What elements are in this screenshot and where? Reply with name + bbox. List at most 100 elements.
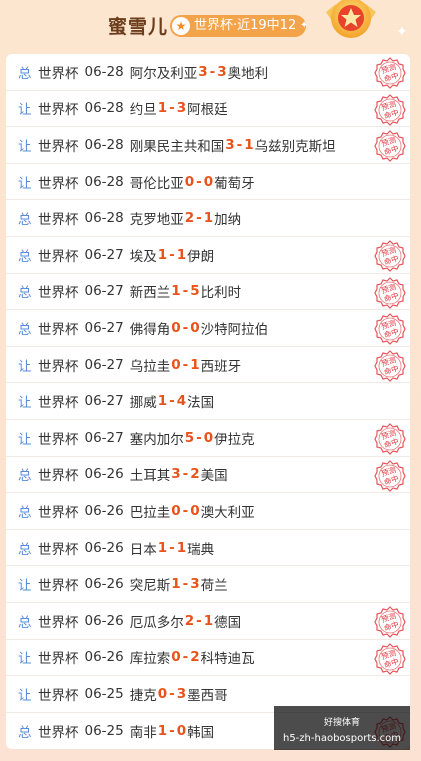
away-score: 4: [176, 393, 187, 410]
prediction-hit-stamp-icon: 预测命中: [374, 642, 406, 675]
league-name: 世界杯: [38, 102, 79, 119]
match-date: 06-26: [84, 612, 124, 629]
home-team: 阿尔及利亚: [129, 65, 198, 82]
score-separator: -: [182, 576, 189, 593]
home-team: 捷克: [129, 687, 157, 704]
match-row[interactable]: 总世界杯 06-27 新西兰 1 - 5 比利时 预测 命中: [6, 274, 410, 311]
bet-type-label: 总: [18, 321, 32, 338]
match-row[interactable]: 让世界杯 06-26 突尼斯 1 - 3 荷兰: [6, 566, 410, 603]
match-date: 06-26: [84, 466, 124, 483]
home-score: 1: [157, 393, 168, 410]
away-score: 0: [203, 429, 214, 446]
match-row[interactable]: 总世界杯 06-27 埃及 1 - 1 伊朗 预测 命中: [6, 237, 410, 274]
away-score: 3: [176, 100, 187, 117]
home-team: 埃及: [129, 248, 157, 265]
match-row[interactable]: 让世界杯 06-26 库拉索 0 - 2 科特迪瓦 预测 命中: [6, 640, 410, 677]
match-row[interactable]: 让世界杯 06-28 约旦 1 - 3 阿根廷 预测 命中: [6, 91, 410, 128]
away-score: 0: [190, 502, 200, 519]
prediction-hit-stamp-icon: 预测命中: [374, 93, 406, 126]
bet-type-label: 总: [18, 614, 32, 631]
home-score: 1: [171, 283, 181, 300]
match-row[interactable]: 让世界杯 06-27 塞内加尔 5 - 0 伊拉克 预测 命中: [6, 420, 410, 457]
score-separator: -: [169, 539, 175, 556]
away-team: 比利时: [200, 285, 242, 302]
bet-type-label: 总: [18, 541, 32, 558]
match-row[interactable]: 总世界杯 06-26 厄瓜多尔 2 - 1 德国 预测 命中: [6, 603, 410, 640]
home-score: 0: [171, 356, 181, 373]
prediction-hit-stamp-icon: 预测命中: [374, 313, 406, 346]
away-team: 葡萄牙: [214, 175, 255, 192]
match-row[interactable]: 让世界杯 06-27 挪威 1 - 4 法国: [6, 383, 410, 420]
prediction-hit-stamp-icon: 预测命中: [374, 423, 406, 455]
record-badge-text: 世界杯·近19中12: [194, 18, 297, 33]
home-score: 1: [157, 539, 168, 556]
score-separator: -: [182, 283, 189, 300]
match-row[interactable]: 总世界杯 06-28 阿尔及利亚 3 - 3 奥地利 预测 命中: [6, 54, 410, 91]
league-name: 世界杯: [38, 504, 79, 521]
match-row[interactable]: 让世界杯 06-28 刚果民主共和国 3 - 1 乌兹别克斯坦 预测 命中: [6, 127, 410, 164]
prediction-hit-stamp-icon: 预测命中: [374, 459, 406, 492]
watermark-title: 好搜体育: [323, 718, 360, 728]
away-team: 加纳: [214, 212, 242, 229]
medal-icon: [326, 0, 376, 38]
home-team: 克罗地亚: [129, 212, 184, 229]
bet-type-label: 让: [18, 138, 32, 155]
bet-type-label: 总: [18, 285, 32, 302]
away-score: 0: [176, 722, 187, 739]
away-score: 0: [190, 319, 200, 336]
away-team: 韩国: [187, 724, 215, 741]
match-row[interactable]: 总世界杯 06-27 佛得角 0 - 0 沙特阿拉伯 预测 命中: [6, 310, 410, 347]
home-team: 南非: [129, 724, 157, 741]
bet-type-label: 总: [18, 504, 32, 521]
match-date: 06-26: [84, 649, 124, 666]
match-date: 06-28: [84, 100, 124, 117]
score-separator: -: [196, 612, 202, 629]
match-date: 06-25: [84, 685, 124, 702]
score-separator: -: [196, 429, 202, 446]
home-score: 3: [171, 466, 181, 483]
watermark: 好搜体育 h5-zh-haobosports.com: [274, 706, 410, 750]
league-name: 世界杯: [38, 431, 79, 448]
score-separator: -: [169, 393, 175, 410]
league-name: 世界杯: [38, 468, 79, 485]
home-score: 5: [184, 429, 195, 446]
home-team: 佛得角: [129, 321, 171, 338]
away-team: 澳大利亚: [200, 504, 255, 521]
home-team: 乌拉圭: [129, 358, 171, 375]
match-date: 06-26: [84, 539, 124, 556]
match-row[interactable]: 总世界杯 06-26 日本 1 - 1 瑞典: [6, 530, 410, 567]
sparkle-icon: ✦: [300, 20, 309, 31]
league-name: 世界杯: [38, 687, 79, 704]
bet-type-label: 让: [18, 102, 32, 119]
expert-name: 蜜雪儿: [108, 16, 169, 38]
match-row[interactable]: 总世界杯 06-26 土耳其 3 - 2 美国 预测 命中: [6, 457, 410, 494]
league-name: 世界杯: [38, 578, 79, 595]
match-row[interactable]: 让世界杯 06-28 哥伦比亚 0 - 0 葡萄牙: [6, 164, 410, 201]
away-score: 5: [190, 283, 200, 300]
match-row[interactable]: 总世界杯 06-28 克罗地亚 2 - 1 加纳: [6, 200, 410, 237]
score-separator: -: [182, 466, 189, 483]
away-team: 西班牙: [200, 358, 242, 375]
away-score: 3: [176, 685, 187, 702]
away-team: 伊拉克: [214, 431, 255, 448]
score-separator: -: [196, 173, 202, 190]
match-date: 06-27: [84, 319, 124, 336]
score-separator: -: [169, 685, 175, 702]
prediction-hit-stamp-icon: 预测命中: [374, 606, 406, 638]
away-score: 1: [203, 612, 214, 629]
away-score: 3: [217, 63, 227, 80]
match-date: 06-28: [84, 210, 124, 227]
home-score: 1: [157, 246, 168, 263]
match-row[interactable]: 总世界杯 06-26 巴拉圭 0 - 0 澳大利亚: [6, 493, 410, 530]
away-score: 1: [244, 136, 254, 153]
bet-type-label: 让: [18, 175, 32, 192]
away-score: 1: [203, 210, 214, 227]
home-team: 刚果民主共和国: [129, 138, 225, 155]
home-score: 1: [171, 576, 181, 593]
match-row[interactable]: 让世界杯 06-27 乌拉圭 0 - 1 西班牙 预测 命中: [6, 347, 410, 384]
bet-type-label: 总: [18, 65, 32, 82]
bet-type-label: 让: [18, 687, 32, 704]
home-score: 0: [157, 685, 168, 702]
league-name: 世界杯: [38, 175, 79, 192]
away-team: 墨西哥: [187, 687, 228, 704]
